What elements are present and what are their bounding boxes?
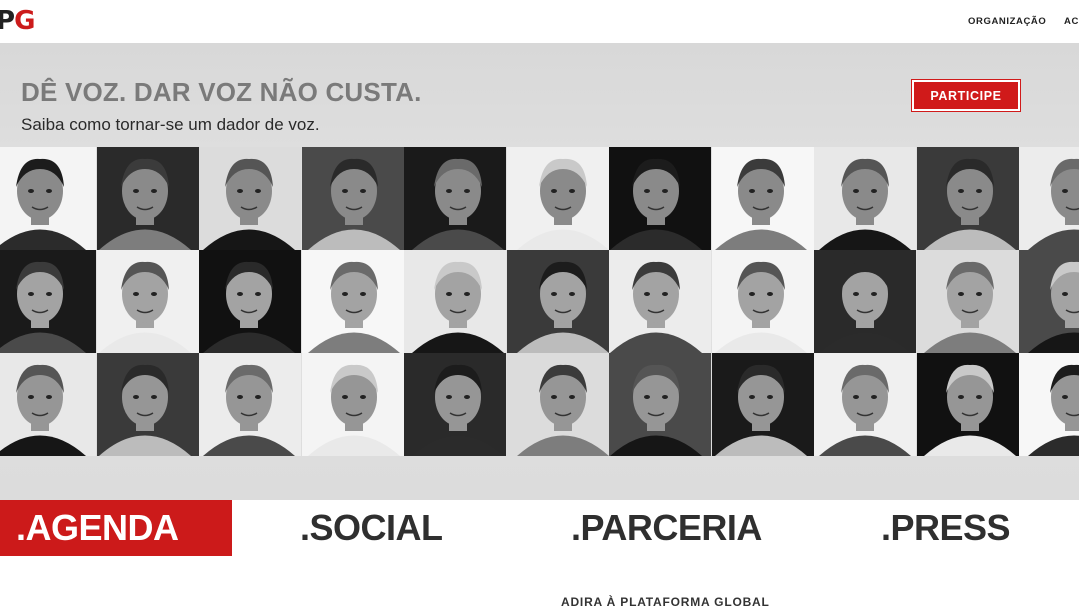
nav-link-organizacao[interactable]: ORGANIZAÇÃO (968, 16, 1046, 27)
tab-parceria[interactable]: .PARCERIA (571, 500, 762, 556)
donor-photo (301, 147, 404, 250)
donor-photo (404, 250, 506, 353)
section-tabs: .AGENDA .SOCIAL .PARCERIA .PRESS (0, 500, 1079, 556)
donor-photo (814, 250, 916, 353)
donor-photo (711, 147, 814, 250)
donor-photo (916, 353, 1019, 456)
nav-link-aco[interactable]: ACO (1064, 16, 1079, 27)
donor-photo (96, 353, 199, 456)
donor-photo (0, 147, 96, 250)
top-navigation-bar: PG ORGANIZAÇÃO ACO (0, 0, 1079, 43)
donor-photo (404, 353, 506, 456)
donor-photo (199, 250, 301, 353)
hero-banner: DÊ VOZ. DAR VOZ NÃO CUSTA. Saiba como to… (0, 43, 1079, 500)
donor-photo (814, 353, 916, 456)
hero-headline: DÊ VOZ. DAR VOZ NÃO CUSTA. (21, 77, 422, 107)
donor-photo (1019, 353, 1079, 456)
donor-photo (609, 250, 711, 353)
donor-photo (506, 353, 609, 456)
donor-photo (301, 250, 404, 353)
donor-photo (711, 353, 814, 456)
logo-letter-p: P (0, 6, 15, 36)
tab-press[interactable]: .PRESS (881, 500, 1011, 556)
donor-photo (1019, 250, 1079, 353)
donor-photo (96, 147, 199, 250)
donor-photo (1019, 147, 1079, 250)
site-logo[interactable]: PG (0, 6, 35, 36)
tab-agenda[interactable]: .AGENDA (0, 500, 232, 556)
hero-subline: Saiba como tornar-se um dador de voz. (21, 115, 320, 134)
donor-photo (609, 353, 711, 456)
donor-photo (404, 147, 506, 250)
donor-photo (506, 147, 609, 250)
logo-letter-g: G (14, 6, 35, 36)
donor-photo-grid (0, 147, 1079, 456)
donor-photo (96, 250, 199, 353)
participe-button[interactable]: PARTICIPE (912, 80, 1020, 111)
donor-photo (301, 353, 404, 456)
donor-photo (0, 353, 96, 456)
donor-photo (199, 147, 301, 250)
donor-photo (916, 147, 1019, 250)
donor-photo (0, 250, 96, 353)
donor-photo (814, 147, 916, 250)
donor-photo (711, 250, 814, 353)
tab-social[interactable]: .SOCIAL (300, 500, 443, 556)
donor-photo (916, 250, 1019, 353)
donor-photo (506, 250, 609, 353)
donor-photo (199, 353, 301, 456)
donor-photo (609, 147, 711, 250)
